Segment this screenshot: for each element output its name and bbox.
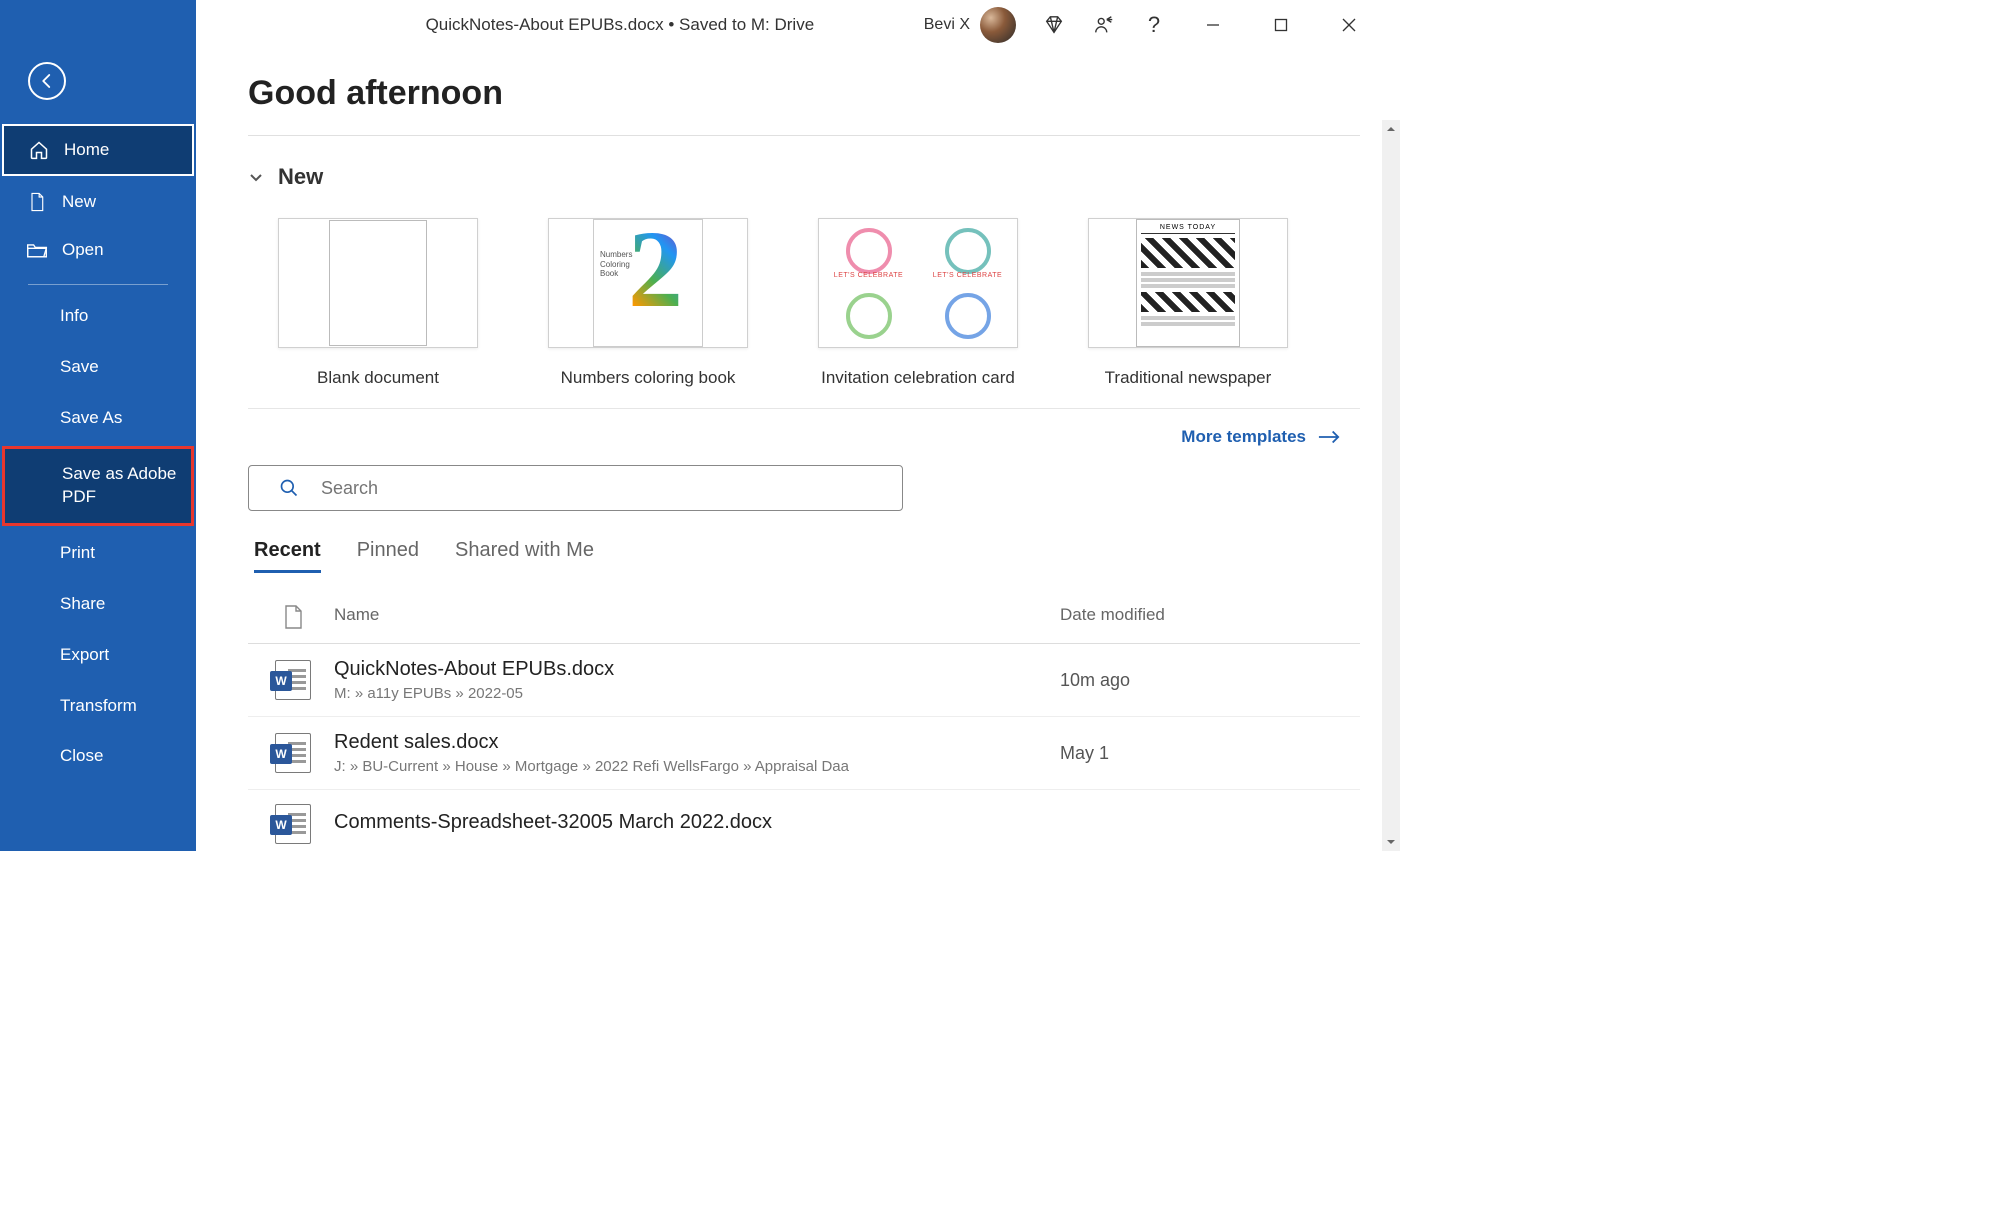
search-icon [279, 478, 299, 498]
file-row[interactable]: W Comments-Spreadsheet-32005 March 2022.… [248, 790, 1360, 851]
share-people-icon[interactable] [1092, 13, 1116, 37]
nav-save[interactable]: Save [0, 342, 196, 393]
nav-share[interactable]: Share [0, 579, 196, 630]
recent-tabs: Recent Pinned Shared with Me [248, 539, 1360, 573]
word-file-icon: W [268, 804, 318, 844]
help-icon[interactable]: ? [1142, 13, 1166, 37]
file-table-header: Name Date modified [248, 591, 1360, 644]
more-templates-label: More templates [1181, 427, 1306, 447]
file-row[interactable]: W QuickNotes-About EPUBs.docx M: » a11y … [248, 644, 1360, 717]
backstage-sidebar: Home New Open Info Save Save As Save as … [0, 0, 196, 851]
file-name: Redent sales.docx [334, 731, 1060, 754]
nav-info[interactable]: Info [0, 291, 196, 342]
date-column-header[interactable]: Date modified [1060, 605, 1360, 629]
template-thumb [278, 218, 478, 348]
main-area: QuickNotes-About EPUBs.docx • Saved to M… [196, 0, 1400, 851]
nav-export[interactable]: Export [0, 630, 196, 681]
file-date: 10m ago [1060, 670, 1360, 691]
nav-home[interactable]: Home [2, 124, 194, 176]
window-minimize[interactable] [1192, 10, 1234, 40]
account-chip[interactable]: Bevi X [924, 7, 1016, 43]
window-maximize[interactable] [1260, 10, 1302, 40]
scroll-up-icon[interactable] [1382, 120, 1400, 138]
diamond-icon[interactable] [1042, 13, 1066, 37]
tab-pinned[interactable]: Pinned [357, 539, 419, 573]
arrow-right-icon [1318, 430, 1340, 444]
template-invitation-card[interactable]: LET'S CELEBRATE LET'S CELEBRATE Invitati… [818, 218, 1018, 388]
template-thumb: LET'S CELEBRATE LET'S CELEBRATE [818, 218, 1018, 348]
scroll-down-icon[interactable] [1382, 833, 1400, 851]
titlebar: QuickNotes-About EPUBs.docx • Saved to M… [196, 0, 1400, 50]
tab-shared-with-me[interactable]: Shared with Me [455, 539, 594, 573]
template-label: Blank document [278, 368, 478, 388]
nav-open[interactable]: Open [0, 226, 196, 274]
nav-divider [28, 284, 168, 285]
file-path: M: » a11y EPUBs » 2022-05 [334, 685, 1060, 702]
nav-home-label: Home [64, 140, 109, 160]
nav-open-label: Open [62, 240, 104, 260]
search-input[interactable] [321, 478, 882, 499]
nav-new[interactable]: New [0, 178, 196, 226]
search-box[interactable] [248, 465, 903, 511]
tab-recent[interactable]: Recent [254, 539, 321, 573]
avatar [980, 7, 1016, 43]
file-date: May 1 [1060, 743, 1360, 764]
nav-print[interactable]: Print [0, 528, 196, 579]
file-icon-header [268, 605, 318, 629]
template-thumb: Numbers Coloring Book2 [548, 218, 748, 348]
divider [248, 135, 1360, 136]
back-button[interactable] [28, 62, 66, 100]
word-file-icon: W [268, 733, 318, 773]
document-title: QuickNotes-About EPUBs.docx • Saved to M… [196, 15, 924, 35]
nav-transform[interactable]: Transform [0, 681, 196, 732]
template-numbers-coloring-book[interactable]: Numbers Coloring Book2 Numbers coloring … [548, 218, 748, 388]
template-thumb: NEWS TODAY [1088, 218, 1288, 348]
more-templates-link[interactable]: More templates [1181, 427, 1340, 447]
document-icon [26, 192, 48, 212]
template-blank-document[interactable]: Blank document [278, 218, 478, 388]
template-label: Invitation celebration card [818, 368, 1018, 388]
vertical-scrollbar[interactable] [1382, 120, 1400, 851]
template-label: Traditional newspaper [1088, 368, 1288, 388]
nav-new-label: New [62, 192, 96, 212]
home-icon [28, 140, 50, 160]
window-close[interactable] [1328, 10, 1370, 40]
template-label: Numbers coloring book [548, 368, 748, 388]
template-traditional-newspaper[interactable]: NEWS TODAY Traditional newspaper [1088, 218, 1288, 388]
nav-save-as-adobe-pdf[interactable]: Save as Adobe PDF [2, 446, 194, 526]
user-name: Bevi X [924, 16, 970, 34]
name-column-header[interactable]: Name [318, 605, 1060, 629]
file-name: QuickNotes-About EPUBs.docx [334, 658, 1060, 681]
file-row[interactable]: W Redent sales.docx J: » BU-Current » Ho… [248, 717, 1360, 790]
word-file-icon: W [268, 660, 318, 700]
file-name: Comments-Spreadsheet-32005 March 2022.do… [334, 811, 1060, 834]
new-section-label: New [278, 164, 323, 190]
new-section-header[interactable]: New [248, 164, 1360, 190]
nav-close[interactable]: Close [0, 731, 196, 782]
file-path: J: » BU-Current » House » Mortgage » 202… [334, 758, 1060, 775]
nav-save-as[interactable]: Save As [0, 393, 196, 444]
folder-open-icon [26, 241, 48, 259]
greeting-heading: Good afternoon [248, 74, 1360, 113]
chevron-down-icon [248, 169, 264, 185]
templates-row: Blank document Numbers Coloring Book2 Nu… [248, 218, 1360, 388]
